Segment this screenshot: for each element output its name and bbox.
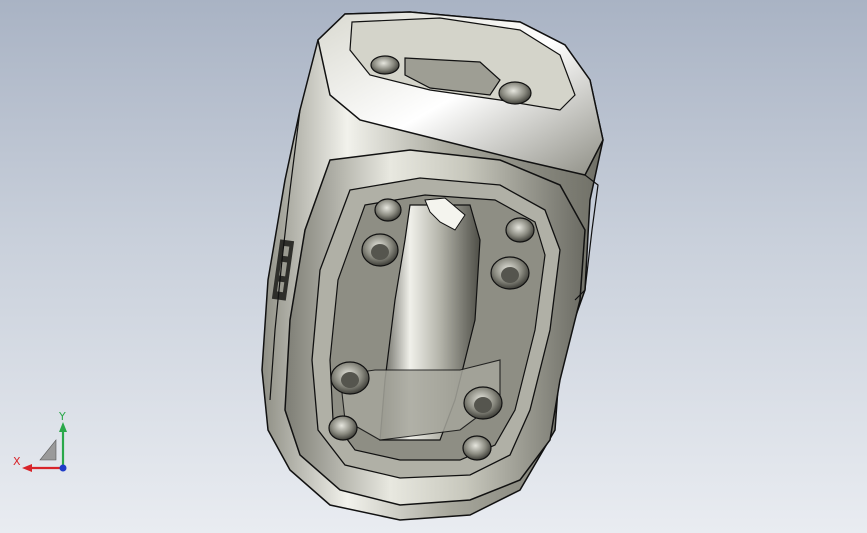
orientation-triad: Y X [13,410,67,472]
hole-1 [374,198,402,222]
y-axis-label: Y [58,410,66,423]
x-axis-label: X [13,455,21,468]
hole-2-inner [371,244,389,260]
hole-3 [505,217,535,243]
hole-5-inner [341,372,359,388]
y-axis-arrow [59,422,67,432]
top-hole-right [498,81,532,105]
hole-7-inner [474,397,492,413]
hole-4-inner [501,267,519,283]
top-hole-left [370,55,400,75]
z-axis-dot [59,464,67,472]
hole-6 [328,415,358,441]
triad-xz-wedge [39,439,57,461]
graphics-viewport[interactable]: Y X [0,0,867,533]
hole-8 [462,435,492,461]
cad-part-model[interactable] [0,0,867,533]
x-axis-arrow [22,464,32,472]
